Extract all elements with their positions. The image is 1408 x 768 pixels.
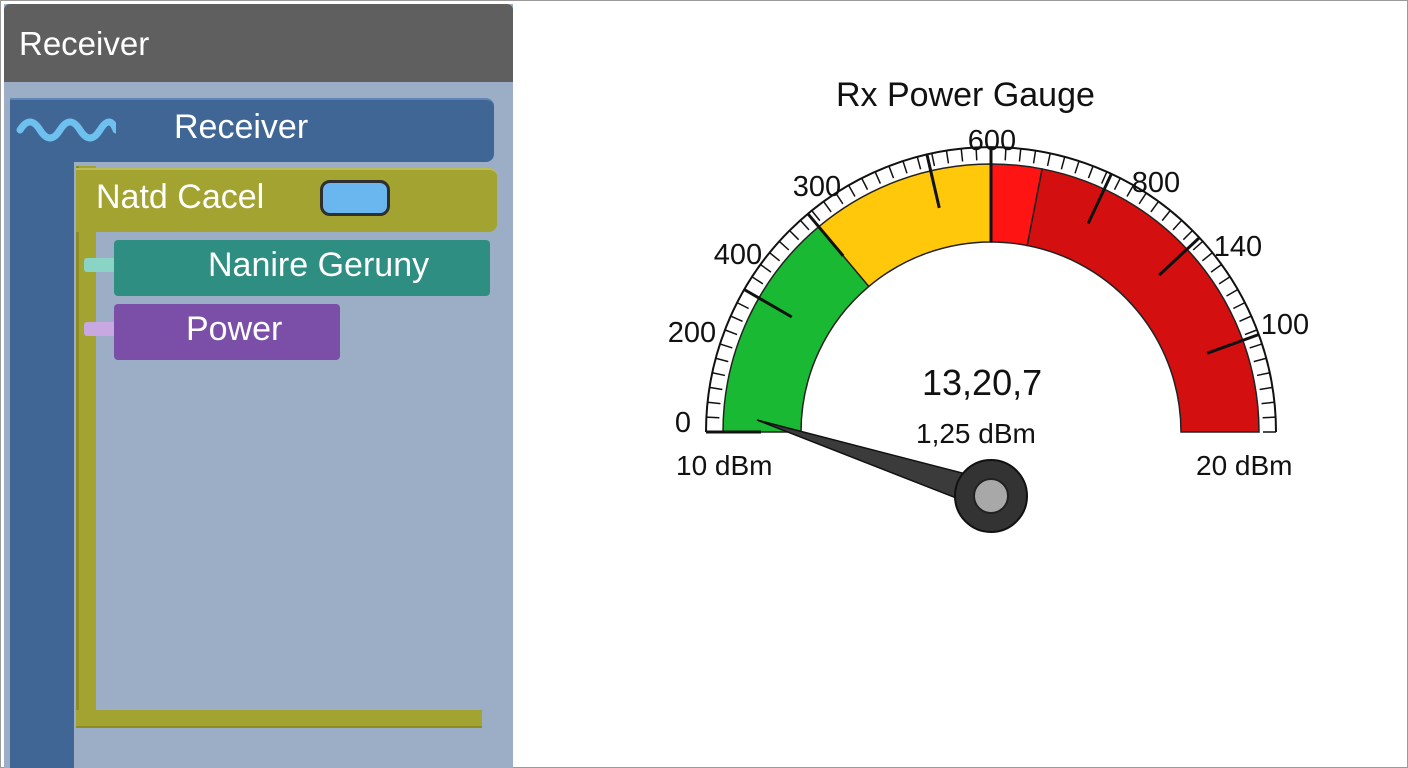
gauge-tick-label: 100 bbox=[1261, 309, 1309, 341]
gauge-zone-dark-red bbox=[1026, 168, 1260, 433]
gauge-minor-tick bbox=[874, 171, 882, 184]
gauge-minor-tick bbox=[945, 150, 950, 164]
gauge-minor-tick bbox=[706, 416, 720, 419]
gauge-minor-tick bbox=[1046, 153, 1051, 167]
gauge-minor-tick bbox=[888, 165, 895, 179]
gauge-tick-label: 400 bbox=[714, 239, 762, 271]
gauge-minor-tick bbox=[1113, 177, 1122, 190]
gauge-minor-tick bbox=[1182, 229, 1194, 241]
gauge-tick-label: 800 bbox=[1132, 167, 1180, 199]
gauge-minor-tick bbox=[707, 401, 721, 405]
gauge-minor-tick bbox=[1218, 276, 1231, 285]
gauge-minor-tick bbox=[960, 148, 964, 162]
gauge-tick-label: 200 bbox=[668, 317, 716, 349]
gauge-tick-label: 0 bbox=[675, 407, 691, 439]
gauge-minor-tick bbox=[712, 372, 726, 377]
gauge-tick-label: 600 bbox=[968, 125, 1016, 157]
gauge-minor-tick bbox=[1249, 343, 1263, 349]
gauge-minor-tick bbox=[751, 276, 764, 285]
gauge-minor-tick bbox=[778, 240, 790, 251]
gauge-minor-tick bbox=[730, 315, 743, 323]
gauge-svg: 0 200 400 300 600 800 140 100 bbox=[668, 125, 1309, 533]
gauge-tick-label: 140 bbox=[1214, 231, 1262, 263]
gauge-minor-tick bbox=[860, 177, 869, 190]
gauge-readout: 13,20,7 bbox=[922, 362, 1043, 403]
gauge-minor-tick bbox=[724, 329, 738, 336]
gauge-tick-label: 300 bbox=[793, 171, 841, 203]
gauge-minor-tick bbox=[1032, 150, 1037, 164]
gauge-minor-tick bbox=[1233, 301, 1246, 310]
gauge-minor-tick bbox=[1226, 288, 1239, 297]
gauge-minor-tick bbox=[736, 301, 749, 310]
gauge-max-label: 20 dBm bbox=[1196, 450, 1293, 481]
gauge-minor-tick bbox=[1256, 372, 1270, 377]
gauge-minor-tick bbox=[1239, 315, 1252, 323]
gauge-minor-tick bbox=[902, 160, 908, 174]
gauge-minor-tick bbox=[788, 229, 800, 241]
gauge-needle-cap bbox=[973, 478, 1009, 514]
gauge-minor-tick bbox=[1060, 156, 1066, 170]
gauge-minor-tick bbox=[1262, 416, 1276, 419]
gauge-minor-tick bbox=[1161, 210, 1171, 222]
gauge-minor-tick bbox=[1253, 357, 1267, 363]
gauge-minor-tick bbox=[1087, 165, 1094, 179]
gauge-minor-tick bbox=[719, 343, 733, 349]
gauge-minor-tick bbox=[847, 184, 856, 197]
gauge-minor-tick bbox=[1201, 252, 1213, 262]
gauge-minor-tick bbox=[1261, 401, 1275, 405]
gauge-minor-tick bbox=[822, 200, 832, 213]
gauge-minor-tick bbox=[715, 357, 729, 363]
gauge-minor-tick bbox=[931, 153, 936, 167]
gauge-minor-tick bbox=[1150, 200, 1160, 213]
gauge-minor-tick bbox=[1074, 160, 1080, 174]
gauge-minor-tick bbox=[916, 156, 922, 170]
gauge-minor-tick bbox=[799, 219, 810, 231]
gauge-readout-unit: 1,25 dBm bbox=[916, 418, 1036, 449]
gauge-minor-tick bbox=[1210, 263, 1223, 273]
gauge-minor-tick bbox=[1018, 148, 1022, 162]
gauge-minor-tick bbox=[769, 252, 781, 262]
gauge-minor-tick bbox=[709, 386, 723, 391]
gauge-minor-tick bbox=[1172, 219, 1183, 231]
gauge-minor-tick bbox=[1259, 386, 1273, 391]
gauge-min-label: 10 dBm bbox=[676, 450, 773, 481]
gauge-minor-tick bbox=[1244, 329, 1258, 336]
